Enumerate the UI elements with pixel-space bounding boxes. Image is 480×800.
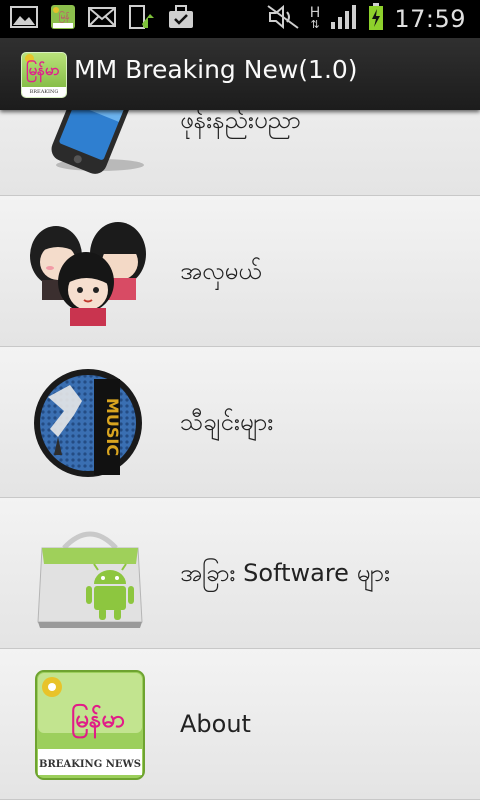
action-bar: မြန်မာ BREAKING NEWS MM Breaking New(1.0… (0, 38, 480, 110)
list-item-label: သီချင်းများ (180, 408, 274, 436)
list-item-about[interactable]: မြန်မာ BREAKING NEWS About (0, 649, 480, 800)
about-logo-caption: BREAKING NEWS (39, 759, 141, 770)
app-title: MM Breaking New(1.0) (74, 55, 358, 84)
battery-charging-icon (368, 3, 384, 35)
android-bag-icon (28, 518, 152, 630)
list-item-label: About (180, 710, 251, 738)
app-notification-icon: မြန် (50, 4, 76, 34)
phone-icon (28, 110, 152, 177)
mute-icon (266, 4, 300, 34)
girls-icon (28, 216, 152, 328)
system-status-area: H ⇅ 17:59 (266, 3, 466, 35)
mail-icon (88, 6, 116, 32)
signal-icon (330, 4, 358, 34)
list-item-other-software[interactable]: အခြား Software များ (0, 498, 480, 649)
network-type-icon: H ⇅ (309, 5, 321, 31)
clock: 17:59 (394, 5, 466, 33)
app-logo-caption: BREAKING NEWS (22, 87, 66, 97)
download-icon (128, 4, 156, 34)
picture-icon (10, 6, 38, 32)
menu-list: ဖုန်းနည်းပညာ အလှမယ် MUSIC သီချင်းများ အခ… (0, 110, 480, 800)
list-item-beauty[interactable]: အလှမယ် (0, 196, 480, 347)
music-icon: MUSIC (28, 367, 152, 479)
list-item-songs[interactable]: MUSIC သီချင်းများ (0, 347, 480, 498)
notification-area: မြန် (10, 4, 194, 34)
app-logo-text: မြန်မာ (26, 61, 60, 79)
list-item-phone-tech[interactable]: ဖုန်းနည်းပညာ (0, 110, 480, 196)
music-logo-text: MUSIC (103, 398, 122, 456)
list-item-label: အခြား Software များ (180, 559, 391, 587)
briefcase-check-icon (168, 5, 194, 33)
app-logo-icon[interactable]: မြန်မာ BREAKING NEWS (21, 52, 67, 98)
list-item-label: အလှမယ် (180, 257, 262, 285)
status-bar: မြန် H ⇅ 17:59 (0, 0, 480, 38)
list-item-label: ဖုန်းနည်းပညာ (180, 110, 301, 134)
app-logo-icon: မြန်မာ BREAKING NEWS (28, 669, 152, 781)
